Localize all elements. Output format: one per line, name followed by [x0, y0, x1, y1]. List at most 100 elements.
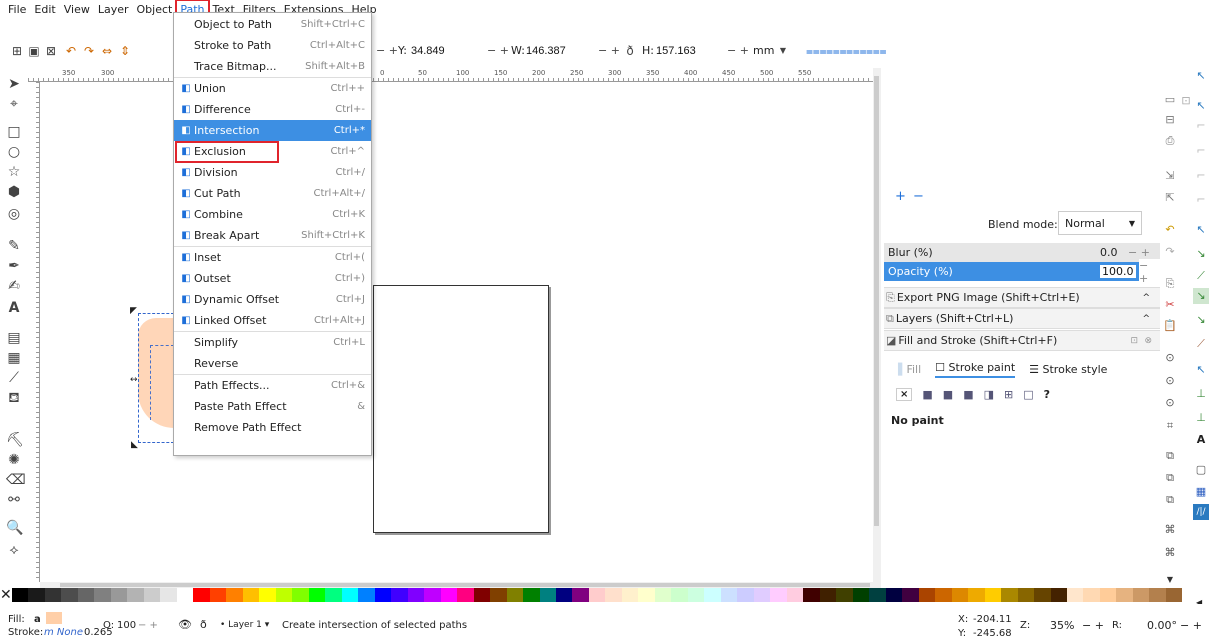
path-menu-item-path-effects[interactable]: Path Effects... Ctrl+&: [174, 375, 371, 396]
color-swatch[interactable]: [737, 588, 754, 602]
color-swatch[interactable]: [226, 588, 243, 602]
color-swatch[interactable]: [1034, 588, 1051, 602]
chevron-down-icon[interactable]: ▼: [1162, 572, 1178, 588]
rotate-stepper[interactable]: − +: [1180, 619, 1202, 632]
color-swatch[interactable]: [1050, 588, 1067, 602]
snap-icon[interactable]: ⊡: [1178, 93, 1194, 109]
snap-grid-icon[interactable]: ▦: [1193, 484, 1209, 500]
mesh-tool-icon[interactable]: ▦: [6, 350, 22, 366]
color-swatch[interactable]: [28, 588, 45, 602]
path-menu-item-simplify[interactable]: Simplify Ctrl+L: [174, 332, 371, 353]
y-input[interactable]: [411, 43, 466, 59]
path-menu-item-linked-offset[interactable]: ◧ Linked Offset Ctrl+Alt+J: [174, 310, 371, 331]
save-icon[interactable]: ⊟: [1162, 112, 1178, 128]
color-swatch[interactable]: [704, 588, 721, 602]
blend-mode-select[interactable]: Normal ▼: [1058, 211, 1142, 235]
snap-nodes-icon[interactable]: ↖: [1193, 222, 1209, 238]
snap-cusp-icon[interactable]: ↘: [1193, 288, 1209, 304]
measure-tool-icon[interactable]: ⟡: [6, 542, 22, 558]
open-icon[interactable]: ▭: [1162, 92, 1178, 108]
color-swatch[interactable]: [819, 588, 837, 602]
radial-gradient-icon[interactable]: ■: [963, 388, 973, 401]
snap-bbox-mid-icon[interactable]: ⌐: [1193, 168, 1209, 184]
color-swatch[interactable]: [127, 588, 144, 602]
color-swatch[interactable]: [440, 588, 458, 602]
color-swatch[interactable]: [1017, 588, 1035, 602]
color-swatch[interactable]: [523, 588, 540, 602]
snap-intersection-icon[interactable]: ⟋: [1193, 268, 1209, 284]
spray-tool-icon[interactable]: ✺: [6, 452, 22, 468]
color-swatch[interactable]: [1083, 588, 1100, 602]
scale-stroke-icon[interactable]: ⩶: [806, 44, 827, 58]
menu-file[interactable]: File: [4, 0, 30, 20]
eraser-tool-icon[interactable]: ⌫: [6, 472, 26, 488]
tweak-tool-icon[interactable]: ⛏: [6, 432, 24, 448]
remove-filter-icon[interactable]: −: [913, 189, 924, 204]
x-stepper[interactable]: − +: [376, 44, 398, 57]
tab-stroke-style[interactable]: ☰ Stroke style: [1029, 363, 1107, 376]
fill-stroke-header[interactable]: ◪ Fill and Stroke (Shift+Ctrl+F) ⊡ ⊗: [884, 330, 1160, 351]
color-swatch[interactable]: [786, 588, 804, 602]
color-swatch[interactable]: [869, 588, 886, 602]
swatch-icon[interactable]: □: [1023, 388, 1033, 401]
color-swatch[interactable]: [1149, 588, 1166, 602]
group-icon[interactable]: ⌘: [1162, 522, 1178, 538]
w-input[interactable]: [526, 43, 586, 59]
color-swatch[interactable]: [358, 588, 375, 602]
snap-bbox-edge-icon[interactable]: ⌐: [1193, 118, 1209, 134]
gradient-tool-icon[interactable]: ▤: [6, 330, 22, 346]
snap-smooth-icon[interactable]: ↘: [1193, 312, 1209, 328]
color-swatch[interactable]: [1001, 588, 1018, 602]
color-swatch[interactable]: [407, 588, 425, 602]
color-swatch[interactable]: [308, 588, 326, 602]
color-swatch[interactable]: [374, 588, 392, 602]
color-swatch[interactable]: [242, 588, 260, 602]
color-swatch[interactable]: [621, 588, 639, 602]
no-paint-icon[interactable]: ×: [896, 387, 913, 401]
color-swatch[interactable]: [391, 588, 408, 602]
mesh-gradient-icon[interactable]: ◨: [984, 388, 994, 401]
color-swatch[interactable]: [457, 588, 474, 602]
copy-icon[interactable]: ⎘: [1162, 276, 1178, 292]
color-swatch[interactable]: [753, 588, 771, 602]
zoom-drawing-icon[interactable]: ⊙: [1162, 373, 1178, 389]
color-swatch[interactable]: [803, 588, 820, 602]
snap-object-center-icon[interactable]: ⊥: [1193, 386, 1209, 402]
snap-path-icon[interactable]: ↘: [1193, 246, 1209, 262]
text-tool-icon[interactable]: A: [6, 300, 22, 316]
path-menu-item-intersection[interactable]: ◧ Intersection Ctrl+*: [174, 120, 371, 141]
snap-bbox-center-icon[interactable]: ⌐: [1193, 192, 1209, 208]
menu-layer[interactable]: Layer: [94, 0, 133, 20]
import-icon[interactable]: ⇲: [1162, 168, 1178, 184]
pattern-icon[interactable]: ⊞: [1004, 388, 1013, 401]
color-swatch[interactable]: [160, 588, 177, 602]
vertical-scrollbar[interactable]: [873, 68, 881, 588]
tab-stroke-paint[interactable]: ☐ Stroke paint: [935, 361, 1016, 378]
color-swatch[interactable]: [638, 588, 655, 602]
color-swatch[interactable]: [720, 588, 738, 602]
color-swatch[interactable]: [506, 588, 524, 602]
scale-handle-icon[interactable]: ↔: [130, 375, 138, 385]
color-swatch[interactable]: [572, 588, 589, 602]
color-swatch[interactable]: [193, 588, 210, 602]
path-menu-item-trace-bitmap[interactable]: Trace Bitmap... Shift+Alt+B: [174, 56, 371, 77]
y-stepper[interactable]: − +: [487, 44, 509, 57]
color-swatch[interactable]: [1099, 588, 1117, 602]
star-tool-icon[interactable]: ☆: [6, 164, 22, 180]
chevron-up-icon[interactable]: ^: [1142, 293, 1150, 303]
export-icon[interactable]: ⇱: [1162, 190, 1178, 206]
zoom-selection-icon[interactable]: ⊙: [1162, 350, 1178, 366]
selector-tool-icon[interactable]: ➤: [6, 76, 22, 92]
flip-vertical-icon[interactable]: ⇕: [118, 44, 132, 58]
lock-icon[interactable]: ð: [623, 44, 637, 58]
color-swatch[interactable]: [325, 588, 342, 602]
w-stepper[interactable]: − +: [598, 44, 620, 57]
menu-view[interactable]: View: [60, 0, 94, 20]
snap-rotation-center-icon[interactable]: ⊥: [1193, 410, 1209, 426]
color-swatch[interactable]: [341, 588, 359, 602]
clone-icon[interactable]: ⧉: [1162, 470, 1178, 486]
zoom-page-icon[interactable]: ⊙: [1162, 395, 1178, 411]
menu-edit[interactable]: Edit: [30, 0, 59, 20]
layer-lock-icon[interactable]: ð: [200, 618, 207, 631]
color-swatch[interactable]: [1165, 588, 1183, 602]
